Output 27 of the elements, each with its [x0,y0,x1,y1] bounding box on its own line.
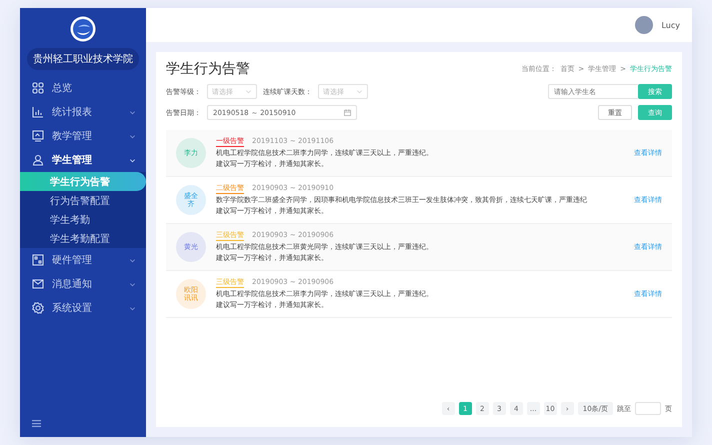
sidebar-item[interactable]: 统计报表 [20,100,146,124]
sidebar-item[interactable]: 教学管理 [20,124,146,148]
calendar-icon [344,109,351,116]
sidebar-item[interactable]: 总览 [20,76,146,100]
envelope-icon [32,278,44,290]
school-name: 贵州轻工职业技术学院 [27,48,139,70]
user-name: Lucy [661,20,680,30]
sidebar-item[interactable]: 系统设置 [20,296,146,320]
school-logo-icon [70,16,96,42]
sidebar-item[interactable]: 硬件管理 [20,248,146,272]
settings-icon [32,302,44,314]
submenu-item[interactable]: 学生考勤 [20,210,146,229]
sidebar-item[interactable]: 学生管理 [20,148,146,172]
chevron-down-icon [245,88,252,95]
chip-icon [32,254,44,266]
grid-icon [32,82,44,94]
menu-icon[interactable] [32,420,41,427]
submenu-item[interactable]: 学生考勤配置 [20,229,146,248]
bar-chart-icon [32,106,44,118]
page-jump-field[interactable] [635,402,661,415]
user-avatar[interactable] [635,16,654,34]
sidebar-item[interactable]: 消息通知 [20,272,146,296]
page-title: 学生行为告警 [166,60,250,78]
chevron-down-icon [356,88,363,95]
submenu-item[interactable]: 行为告警配置 [20,191,146,210]
board-icon [32,130,44,142]
user-icon [32,154,44,166]
